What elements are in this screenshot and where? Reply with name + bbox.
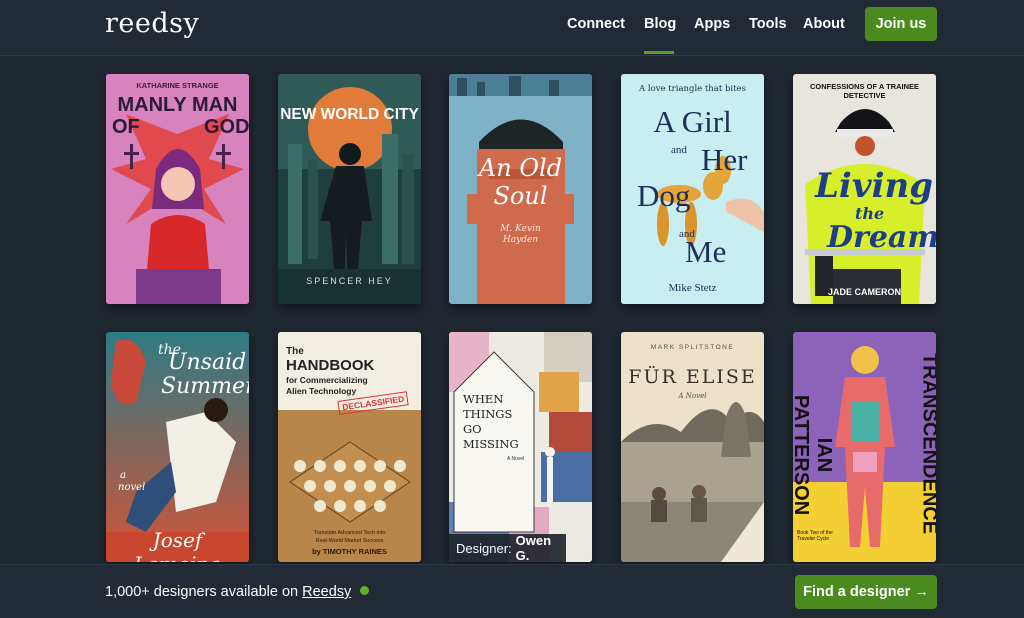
reedsy-link[interactable]: Reedsy [302, 584, 351, 600]
book-4-author: Mike Stetz [668, 282, 717, 294]
book-1-title-line2: OF [112, 116, 140, 138]
book-9-author: MARK SPLITSTONE [650, 344, 735, 351]
join-us-button[interactable]: Join us [865, 7, 937, 41]
book-cover-the-handbook[interactable]: The HANDBOOK for Commercializing Alien T… [278, 332, 421, 562]
designer-promo-bar: 1,000+ designers available on Reedsy Fin… [0, 564, 1024, 618]
book-cover-transcendence[interactable]: IAN PATTERSON TRANSCENDENCE Book Two of … [793, 332, 936, 562]
book-cover-living-the-dream[interactable]: CONFESSIONS OF A TRAINEE DETECTIVE Livin… [793, 74, 936, 304]
active-nav-indicator [644, 51, 674, 54]
book-10-subtitle: Book Two of the Traveler Cycle [797, 530, 833, 542]
book-3-author-line2: Hayden [502, 235, 539, 245]
book-4-tagline: A love triangle that bites [639, 84, 746, 94]
book-6-title-summer: Summer [161, 374, 249, 399]
book-4-title-and: and [671, 144, 687, 156]
book-5-series: CONFESSIONS OF A TRAINEE DETECTIVE [809, 82, 920, 100]
book-3-author-line1: M. Kevin [500, 224, 541, 234]
book-4-title-me: Me [685, 234, 727, 269]
book-1-author: KATHARINE STRANGE [136, 81, 219, 90]
book-7-title-alien: Alien Technology [286, 386, 357, 396]
book-cover-when-things-go-missing[interactable]: WHEN THINGS GO MISSING A Novel Designer:… [449, 332, 592, 562]
book-8-title-things: THINGS [463, 407, 513, 421]
book-7-title-for: for Commercializing [286, 375, 368, 385]
book-cover-a-girl-and-her-dog[interactable]: A love triangle that bites A Girl and He… [621, 74, 764, 304]
book-7-title-the: The [286, 346, 304, 357]
book-9-title: FÜR ELISE [628, 366, 757, 388]
book-5-author: JADE CAMERON [827, 287, 901, 297]
book-cover-manly-man-of-god[interactable]: KATHARINE STRANGE MANLY MAN OF GOD [106, 74, 249, 304]
nav-tools[interactable]: Tools [749, 16, 787, 32]
book-2-title: NEW WORLD CITY [280, 106, 419, 123]
book-10-author: IAN PATTERSON [793, 394, 835, 516]
book-cover-an-old-soul[interactable]: An Old Soul M. Kevin Hayden [449, 74, 592, 304]
book-cover-new-world-city[interactable]: NEW WORLD CITY SPENCER HEY [278, 74, 421, 304]
find-a-designer-button[interactable]: Find a designer → [795, 575, 937, 609]
book-9-subtitle: A Novel [678, 392, 707, 400]
designer-credit-label: Designer: Owen G. [449, 533, 566, 562]
book-8-subtitle: A Novel [507, 456, 525, 462]
nav-connect[interactable]: Connect [567, 16, 625, 32]
top-navigation-bar: reedsy Connect Blog Apps Tools About Joi… [0, 0, 1024, 56]
book-cover-fur-elise[interactable]: MARK SPLITSTONE FÜR ELISE A Novel [621, 332, 764, 562]
book-7-title-handbook: HANDBOOK [286, 357, 375, 374]
designer-label: Designer: [456, 540, 512, 556]
book-8-title-missing: MISSING [463, 437, 519, 451]
book-7-sub-line1: Translate Advanced Tech into [313, 530, 386, 536]
book-1-title-line1: MANLY MAN [117, 94, 238, 116]
book-6-genre-novel: novel [118, 482, 146, 493]
nav-about[interactable]: About [803, 16, 845, 32]
book-3-title-line2: Soul [493, 182, 548, 210]
book-6-title-unsaid: Unsaid [168, 350, 247, 375]
online-status-dot [360, 586, 370, 595]
designers-available-text: 1,000+ designers available on Reedsy [105, 584, 370, 600]
book-2-author: SPENCER HEY [306, 276, 393, 286]
reedsy-logo[interactable]: reedsy [105, 8, 199, 39]
designer-name[interactable]: Owen G. [516, 533, 566, 562]
book-7-author: by TIMOTHY RAINES [312, 547, 387, 556]
book-cover-the-unsaid-summer[interactable]: the Unsaid Summer a novel Josef Lemoine [106, 332, 249, 562]
book-8-title-when: WHEN [463, 392, 504, 406]
book-3-title-line1: An Old [478, 154, 563, 182]
book-6-genre-a: a [120, 470, 126, 481]
book-6-author: Josef Lemoine [134, 528, 221, 562]
book-4-title-dog: Dog [637, 178, 691, 213]
book-5-title-living: Living [815, 166, 933, 206]
book-8-title-go: GO [463, 422, 482, 436]
book-10-title: TRANSCENDENCE [918, 352, 937, 535]
book-4-title-her: Her [701, 142, 748, 177]
designers-count-text: 1,000+ designers available on [105, 584, 299, 600]
book-1-title-line3: GOD [204, 116, 249, 138]
nav-blog[interactable]: Blog [644, 16, 676, 32]
book-5-title-dream: Dream [827, 220, 936, 255]
book-4-title-a-girl: A Girl [653, 104, 732, 139]
book-7-sub-line2: Real-World Market Success [315, 538, 384, 544]
nav-apps[interactable]: Apps [694, 16, 730, 32]
